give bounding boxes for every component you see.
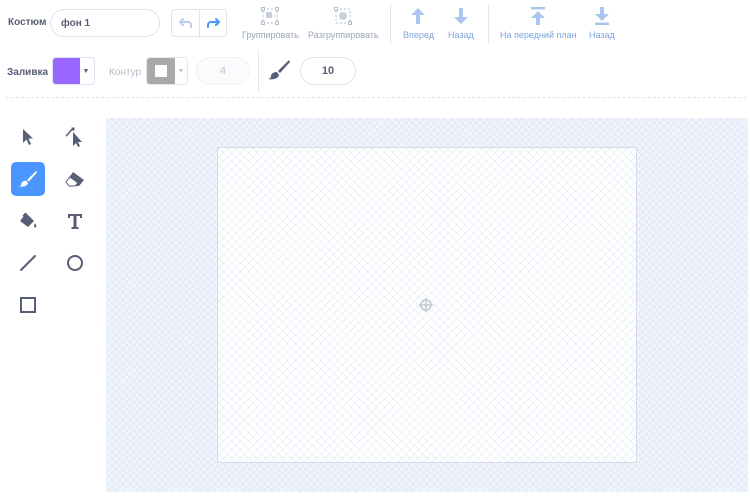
fill-color-picker[interactable]: ▼ [52,57,95,85]
toolbar-divider [488,4,489,44]
brush-size-input[interactable] [300,57,356,85]
reshape-icon [65,127,82,147]
to-back-button[interactable]: Назад [589,6,615,40]
group-icon [261,7,280,25]
costume-name-input[interactable] [50,9,160,37]
undo-icon [178,18,192,28]
arrow-to-bottom-icon [594,7,609,25]
undo-button[interactable] [171,9,199,37]
outline-width-input[interactable] [196,57,250,85]
fill-label: Заливка [7,67,49,78]
tool-circle[interactable] [58,246,92,280]
outline-color-picker[interactable]: ▼ [146,57,188,85]
brush-size-icon [268,60,290,80]
chevron-down-icon: ▼ [177,67,185,75]
costume-label: Костюм [8,17,47,28]
crosshair-icon [419,298,433,312]
redo-button[interactable] [199,9,227,37]
arrow-down-icon [453,8,468,24]
text-icon [68,214,82,229]
to-front-label: На передний план [500,30,577,40]
circle-icon [67,255,83,271]
forward-button[interactable]: Вперед [403,6,434,40]
undo-redo-group [171,9,227,37]
tool-eraser[interactable] [58,162,92,196]
ungroup-icon [334,7,353,25]
ungroup-button[interactable]: Разгруппировать [308,6,379,40]
forward-label: Вперед [403,30,434,40]
to-back-label: Назад [589,30,615,40]
tool-reshape[interactable] [58,120,92,154]
tool-line[interactable] [11,246,45,280]
toolbar-bottom-divider [6,97,746,98]
tool-rectangle[interactable] [11,288,45,322]
outline-label: Контур [109,67,142,78]
select-arrow-icon [23,129,33,145]
backward-button[interactable]: Назад [448,6,474,40]
paint-bucket-icon [20,212,37,228]
group-button[interactable]: Группировать [242,6,299,40]
brush-icon [19,170,37,187]
outline-none-icon [155,65,167,77]
group-label: Группировать [242,30,299,40]
tool-brush[interactable] [11,162,45,196]
arrow-up-icon [411,8,426,24]
line-icon [20,255,36,271]
ungroup-label: Разгруппировать [308,30,379,40]
outline-color-swatch [147,58,175,84]
tool-fill[interactable] [11,204,45,238]
fill-color-swatch [53,58,80,84]
backward-label: Назад [448,30,474,40]
toolbar-divider [390,4,391,44]
arrow-to-top-icon [531,7,546,25]
square-icon [20,297,36,313]
chevron-down-icon: ▼ [82,67,90,75]
eraser-icon [65,172,84,187]
tool-text[interactable] [58,204,92,238]
redo-icon [207,18,220,28]
tool-select[interactable] [11,120,45,154]
toolbar-divider [258,50,259,92]
to-front-button[interactable]: На передний план [500,6,577,40]
